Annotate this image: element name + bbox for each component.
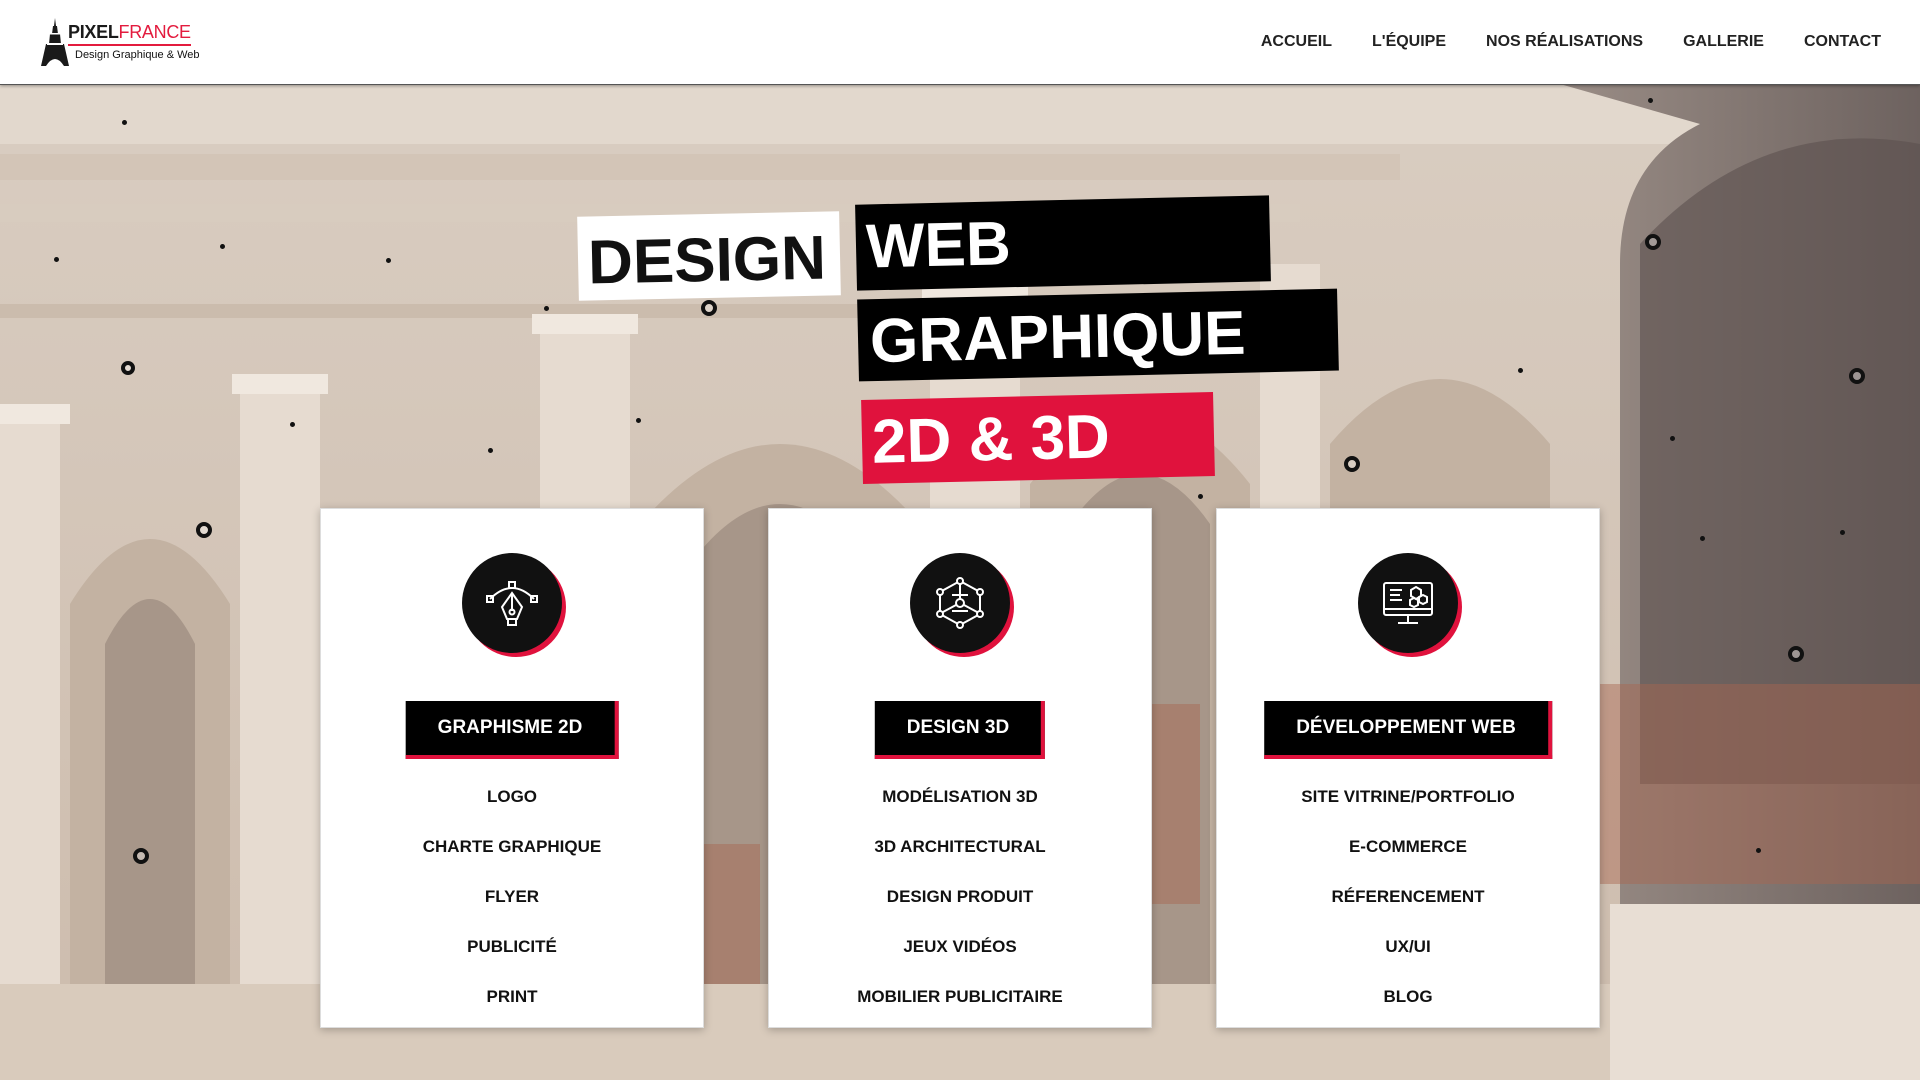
- list-item[interactable]: CHARTE GRAPHIQUE: [321, 837, 703, 887]
- decor-ring: [133, 848, 149, 864]
- logo-name-light: FRANCE: [118, 22, 192, 42]
- decor-ring: [1344, 456, 1360, 472]
- site-logo[interactable]: PIXELFRANCE Design Graphique & Web: [40, 16, 210, 68]
- dev-web-service-list: SITE VITRINE/PORTFOLIO E-COMMERCE RÉFERE…: [1217, 787, 1599, 1037]
- decor-dot: [1670, 436, 1675, 441]
- list-item[interactable]: 3D ARCHITECTURAL: [769, 837, 1151, 887]
- decor-ring: [196, 522, 212, 538]
- nav-gallerie[interactable]: GALLERIE: [1683, 33, 1764, 51]
- design-3d-button[interactable]: DESIGN 3D: [874, 701, 1046, 759]
- list-item[interactable]: PUBLICITÉ: [321, 937, 703, 987]
- service-card-design-3d: DESIGN 3D MODÉLISATION 3D 3D ARCHITECTUR…: [768, 508, 1152, 1028]
- decor-dot: [1756, 848, 1761, 853]
- logo-tagline: Design Graphique & Web: [75, 49, 200, 61]
- decor-ring: [1645, 234, 1661, 250]
- list-item[interactable]: UX/UI: [1217, 937, 1599, 987]
- logo-name-bold: PIXEL: [68, 22, 119, 42]
- list-item[interactable]: MODÉLISATION 3D: [769, 787, 1151, 837]
- main-nav: ACCUEIL L'ÉQUIPE NOS RÉALISATIONS GALLER…: [1221, 0, 1881, 84]
- list-item[interactable]: LOGO: [321, 787, 703, 837]
- decor-ring: [701, 300, 717, 316]
- decor-dot: [544, 306, 549, 311]
- decor-dot: [386, 258, 391, 263]
- eiffel-tower-icon: [41, 18, 69, 66]
- graphisme-service-list: LOGO CHARTE GRAPHIQUE FLYER PUBLICITÉ PR…: [321, 787, 703, 1037]
- list-item[interactable]: E-COMMERCE: [1217, 837, 1599, 887]
- developpement-web-button[interactable]: DÉVELOPPEMENT WEB: [1264, 701, 1552, 759]
- decor-dot: [1198, 494, 1203, 499]
- hero-word-2d-3d: 2D & 3D: [861, 392, 1215, 484]
- nav-equipe[interactable]: L'ÉQUIPE: [1372, 33, 1446, 51]
- decor-dot: [290, 422, 295, 427]
- graphisme-2d-button[interactable]: GRAPHISME 2D: [405, 701, 619, 759]
- decor-dot: [220, 244, 225, 249]
- list-item[interactable]: PRINT: [321, 987, 703, 1037]
- design-3d-service-list: MODÉLISATION 3D 3D ARCHITECTURAL DESIGN …: [769, 787, 1151, 1037]
- decor-ring: [121, 361, 135, 375]
- service-card-dev-web: DÉVELOPPEMENT WEB SITE VITRINE/PORTFOLIO…: [1216, 508, 1600, 1028]
- list-item[interactable]: BLOG: [1217, 987, 1599, 1037]
- site-header: PIXELFRANCE Design Graphique & Web ACCUE…: [0, 0, 1920, 85]
- nav-accueil[interactable]: ACCUEIL: [1261, 33, 1332, 51]
- decor-dot: [1648, 98, 1653, 103]
- decor-dot: [1700, 536, 1705, 541]
- 3d-network-icon: [910, 553, 1010, 653]
- hero-word-web: WEB: [855, 195, 1271, 291]
- decor-dot: [636, 418, 641, 423]
- hero-word-design: DESIGN: [577, 211, 841, 301]
- decor-dot: [488, 448, 493, 453]
- list-item[interactable]: MOBILIER PUBLICITAIRE: [769, 987, 1151, 1037]
- service-card-graphisme: GRAPHISME 2D LOGO CHARTE GRAPHIQUE FLYER…: [320, 508, 704, 1028]
- decor-dot: [1518, 368, 1523, 373]
- decor-dot: [1840, 530, 1845, 535]
- list-item[interactable]: SITE VITRINE/PORTFOLIO: [1217, 787, 1599, 837]
- hero-word-graphique: GRAPHIQUE: [857, 288, 1339, 382]
- nav-contact[interactable]: CONTACT: [1804, 33, 1881, 51]
- list-item[interactable]: JEUX VIDÉOS: [769, 937, 1151, 987]
- pen-tool-icon: [462, 553, 562, 653]
- decor-ring: [1788, 646, 1804, 662]
- list-item[interactable]: DESIGN PRODUIT: [769, 887, 1151, 937]
- logo-wordmark: PIXELFRANCE: [68, 22, 191, 46]
- list-item[interactable]: FLYER: [321, 887, 703, 937]
- decor-ring: [1849, 368, 1865, 384]
- list-item[interactable]: RÉFERENCEMENT: [1217, 887, 1599, 937]
- nav-realisations[interactable]: NOS RÉALISATIONS: [1486, 33, 1643, 51]
- web-monitor-icon: [1358, 553, 1458, 653]
- decor-dot: [122, 120, 127, 125]
- decor-dot: [54, 257, 59, 262]
